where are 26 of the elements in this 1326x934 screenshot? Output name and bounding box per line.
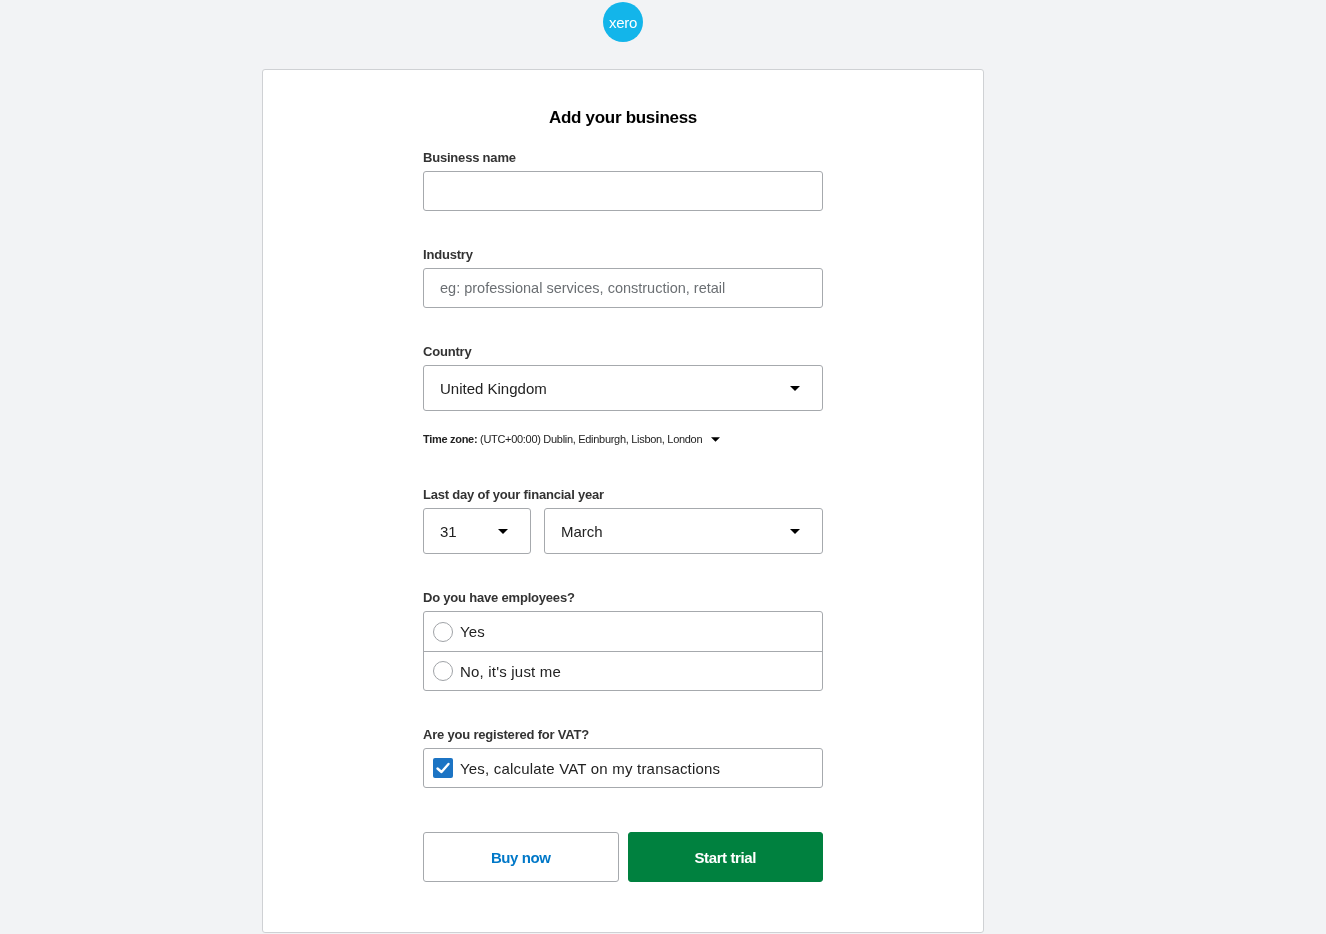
checkbox-option[interactable]: Yes, calculate VAT on my transactions <box>424 749 822 787</box>
field-label: Business name <box>423 150 516 166</box>
dropdown-select[interactable]: United Kingdom <box>423 365 823 411</box>
time-zone-selector[interactable]: Time zone: (UTC+00:00) Dublin, Edinburgh, Lisbon, London <box>423 432 721 446</box>
caret-icon <box>711 436 721 442</box>
dropdown-select[interactable]: March <box>544 508 823 554</box>
input-field[interactable]: eg: professional services, construction, retail <box>423 268 823 308</box>
field-label: Industry <box>423 247 473 263</box>
logo: xero <box>603 2 643 42</box>
form-title: Add your business <box>549 107 697 129</box>
radio-button[interactable] <box>433 661 453 681</box>
buy-button[interactable]: Buy now <box>423 832 619 882</box>
radio-button[interactable] <box>433 621 453 642</box>
caret-icon <box>790 528 800 534</box>
field-label: Last day of your financial year <box>423 487 604 503</box>
start-button[interactable]: Start trial <box>627 832 823 882</box>
caret-icon <box>790 385 800 391</box>
checkbox[interactable] <box>433 758 453 778</box>
radio-option[interactable]: No, it's just me <box>424 651 822 690</box>
radio-option[interactable]: Yes <box>424 612 822 651</box>
field-label: Country <box>423 344 472 360</box>
dropdown-select[interactable]: 31 <box>423 508 531 554</box>
field-label: Are you registered for VAT? <box>423 727 590 743</box>
field-label: Do you have employees? <box>423 590 575 606</box>
input-field[interactable] <box>423 171 823 211</box>
caret-icon <box>498 528 508 534</box>
